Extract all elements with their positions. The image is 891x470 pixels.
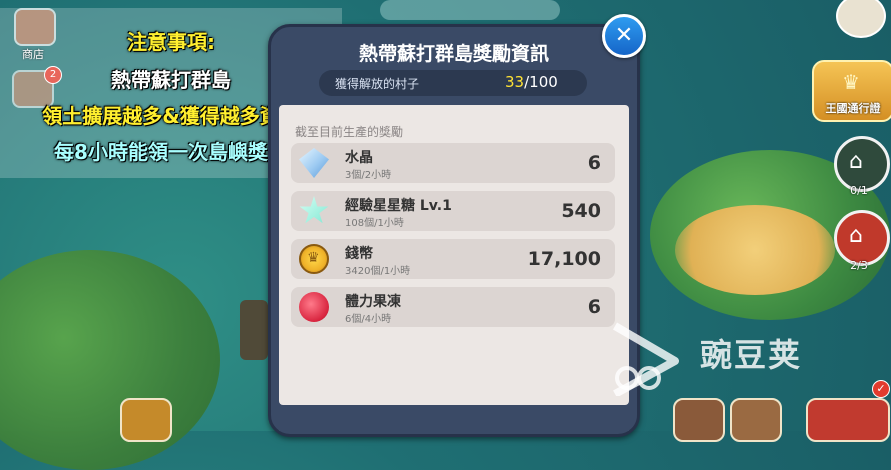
reward-row-star-candy: 經驗星星糖 Lv.1 108個/1小時 540 [291,191,615,231]
reward-name: 水晶 [345,150,373,166]
panel-footer [279,409,629,431]
background-foam [380,0,560,20]
bottom-menu-button-4[interactable] [806,398,890,442]
reward-rate: 3420個/1小時 [345,266,411,277]
coin-icon: ♛ [299,244,329,274]
reward-row-jelly: 體力果凍 6個/4小時 6 [291,287,615,327]
villages-label: 獲得解放的村子 [335,77,420,91]
villages-total: /100 [524,73,558,91]
jelly-icon [299,292,329,322]
section-label: 截至目前生產的獎勵 [295,125,404,139]
reward-amount: 540 [561,200,601,222]
kingdom-pass-button[interactable]: ♛ 王國通行證 [812,60,891,122]
reward-name: 經驗星星糖 Lv.1 [345,198,452,214]
reward-amount: 6 [587,296,601,318]
house-counter-1: 0/1 [850,184,868,197]
panel-title: 熱帶蘇打群島獎勵資訊 [358,43,549,65]
reward-name: 體力果凍 [345,294,401,310]
background-island-left [0,250,220,470]
bottom-menu-button-2[interactable] [673,398,725,442]
house-button-2[interactable]: ⌂ [834,210,890,266]
crown-icon: ♛ [842,70,860,94]
reward-rate: 3個/2小時 [345,170,392,181]
reward-info-panel: 熱帶蘇打群島獎勵資訊 獲得解放的村子 33/100 截至目前生產的獎勵 水晶 3… [268,24,640,437]
house-counter-2: 2/3 [850,259,868,272]
close-button[interactable]: ✕ [602,14,646,58]
reward-list: 截至目前生產的獎勵 水晶 3個/2小時 6 經驗星星糖 Lv.1 108個/1小… [279,105,629,405]
watermark-logo-icon [612,322,679,396]
close-icon: ✕ [614,23,634,48]
reward-amount: 6 [587,152,601,174]
check-badge-icon: ✓ [872,380,890,398]
bottom-menu-button-1[interactable] [120,398,172,442]
reward-row-coin: ♛ 錢幣 3420個/1小時 17,100 [291,239,615,279]
star-candy-icon [299,196,329,224]
villages-progress-bar: 獲得解放的村子 33/100 [319,70,587,96]
villages-count: 33/100 [505,73,558,91]
background-sand [675,205,835,295]
reward-rate: 108個/1小時 [345,218,404,229]
watermark-text: 豌豆荚 [700,336,803,374]
reward-row-crystal: 水晶 3個/2小時 6 [291,143,615,183]
reward-name: 錢幣 [345,246,373,262]
compass-button[interactable] [836,0,886,38]
house-icon: ⌂ [849,223,863,248]
kingdom-pass-label: 王國通行證 [825,102,881,115]
house-icon: ⌂ [849,149,863,174]
crystal-icon [299,148,329,178]
reward-rate: 6個/4小時 [345,314,392,325]
reward-amount: 17,100 [527,248,601,270]
bottom-menu-button-3[interactable] [730,398,782,442]
background-ship [240,300,268,360]
villages-current: 33 [505,73,525,91]
